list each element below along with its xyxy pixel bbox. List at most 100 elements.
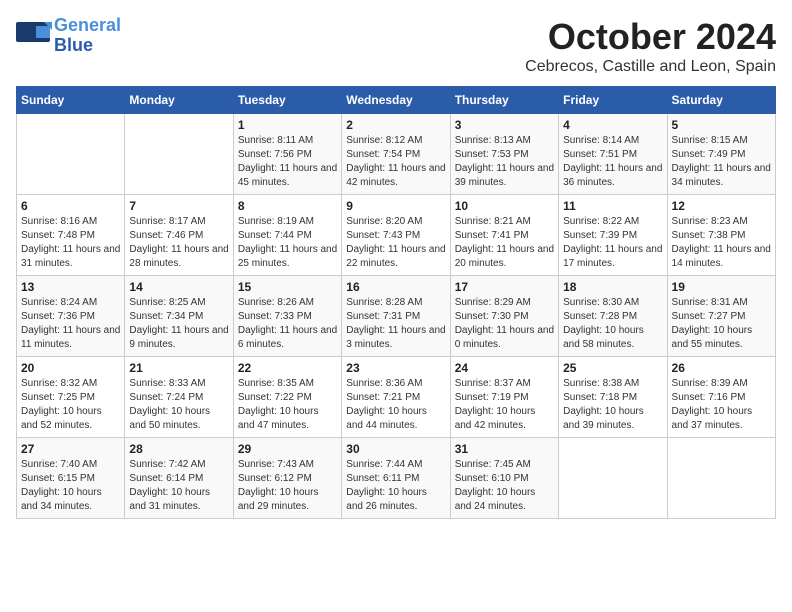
day-number: 10 [455,199,554,213]
calendar-cell: 4 Sunrise: 8:14 AM Sunset: 7:51 PM Daylig… [559,114,667,195]
calendar-cell: 18Sunrise: 8:30 AM Sunset: 7:28 PM Dayli… [559,276,667,357]
calendar-cell [559,438,667,519]
day-number: 7 [129,199,228,213]
title-block: October 2024 Cebrecos, Castille and Leon… [525,16,776,76]
day-info: Sunrise: 8:11 AM Sunset: 7:56 PM Dayligh… [238,134,337,190]
day-number: 6 [21,199,120,213]
logo-icon [16,22,52,50]
day-number: 3 [455,118,554,132]
calendar-cell [125,114,233,195]
day-number: 12 [672,199,771,213]
day-number: 30 [346,442,445,456]
day-number: 14 [129,280,228,294]
calendar-cell: 28 Sunrise: 7:42 AM Sunset: 6:14 PM Dayli… [125,438,233,519]
calendar-cell: 24Sunrise: 8:37 AM Sunset: 7:19 PM Dayli… [450,357,558,438]
day-info: Sunrise: 8:25 AM Sunset: 7:34 PM Dayligh… [129,296,228,352]
calendar-cell: 2 Sunrise: 8:12 AM Sunset: 7:54 PM Daylig… [342,114,450,195]
calendar-cell: 14 Sunrise: 8:25 AM Sunset: 7:34 PM Dayli… [125,276,233,357]
day-info: Sunrise: 8:14 AM Sunset: 7:51 PM Dayligh… [563,134,662,190]
weekday-header-row: SundayMondayTuesdayWednesdayThursdayFrid… [17,87,776,114]
day-number: 29 [238,442,337,456]
weekday-header-friday: Friday [559,87,667,114]
calendar-table: SundayMondayTuesdayWednesdayThursdayFrid… [16,86,776,519]
day-number: 9 [346,199,445,213]
day-info: Sunrise: 8:26 AM Sunset: 7:33 PM Dayligh… [238,296,337,352]
day-number: 13 [21,280,120,294]
day-info: Sunrise: 8:31 AM Sunset: 7:27 PM Dayligh… [672,296,771,352]
day-info: Sunrise: 8:24 AM Sunset: 7:36 PM Dayligh… [21,296,120,352]
calendar-cell: 3 Sunrise: 8:13 AM Sunset: 7:53 PM Daylig… [450,114,558,195]
day-info: Sunrise: 8:28 AM Sunset: 7:31 PM Dayligh… [346,296,445,352]
calendar-cell: 1 Sunrise: 8:11 AM Sunset: 7:56 PM Daylig… [233,114,341,195]
day-info: Sunrise: 8:33 AM Sunset: 7:24 PM Dayligh… [129,377,228,433]
weekday-header-thursday: Thursday [450,87,558,114]
weekday-header-monday: Monday [125,87,233,114]
calendar-cell: 11Sunrise: 8:22 AM Sunset: 7:39 PM Dayli… [559,195,667,276]
day-number: 17 [455,280,554,294]
day-number: 8 [238,199,337,213]
logo: GeneralBlue [16,16,121,56]
day-number: 23 [346,361,445,375]
calendar-cell: 15 Sunrise: 8:26 AM Sunset: 7:33 PM Dayli… [233,276,341,357]
day-number: 28 [129,442,228,456]
calendar-cell: 30 Sunrise: 7:44 AM Sunset: 6:11 PM Dayli… [342,438,450,519]
month-title: October 2024 [525,16,776,58]
calendar-cell: 9 Sunrise: 8:20 AM Sunset: 7:43 PM Daylig… [342,195,450,276]
calendar-cell: 21 Sunrise: 8:33 AM Sunset: 7:24 PM Dayli… [125,357,233,438]
weekday-header-tuesday: Tuesday [233,87,341,114]
calendar-cell: 31Sunrise: 7:45 AM Sunset: 6:10 PM Dayli… [450,438,558,519]
day-number: 2 [346,118,445,132]
day-number: 22 [238,361,337,375]
day-info: Sunrise: 8:22 AM Sunset: 7:39 PM Dayligh… [563,215,662,271]
calendar-cell: 10 Sunrise: 8:21 AM Sunset: 7:41 PM Dayli… [450,195,558,276]
week-row-2: 6 Sunrise: 8:16 AM Sunset: 7:48 PM Daylig… [17,195,776,276]
calendar-cell: 27 Sunrise: 7:40 AM Sunset: 6:15 PM Dayli… [17,438,125,519]
subtitle: Cebrecos, Castille and Leon, Spain [525,58,776,76]
calendar-cell: 13 Sunrise: 8:24 AM Sunset: 7:36 PM Dayli… [17,276,125,357]
day-info: Sunrise: 8:15 AM Sunset: 7:49 PM Dayligh… [672,134,771,190]
day-info: Sunrise: 7:42 AM Sunset: 6:14 PM Dayligh… [129,458,228,514]
week-row-4: 20 Sunrise: 8:32 AM Sunset: 7:25 PM Dayli… [17,357,776,438]
day-info: Sunrise: 8:19 AM Sunset: 7:44 PM Dayligh… [238,215,337,271]
day-number: 5 [672,118,771,132]
calendar-cell: 8 Sunrise: 8:19 AM Sunset: 7:44 PM Daylig… [233,195,341,276]
calendar-cell: 23 Sunrise: 8:36 AM Sunset: 7:21 PM Dayli… [342,357,450,438]
day-number: 20 [21,361,120,375]
day-info: Sunrise: 8:38 AM Sunset: 7:18 PM Dayligh… [563,377,662,433]
day-info: Sunrise: 8:17 AM Sunset: 7:46 PM Dayligh… [129,215,228,271]
day-info: Sunrise: 8:20 AM Sunset: 7:43 PM Dayligh… [346,215,445,271]
day-number: 1 [238,118,337,132]
day-info: Sunrise: 8:12 AM Sunset: 7:54 PM Dayligh… [346,134,445,190]
day-info: Sunrise: 8:36 AM Sunset: 7:21 PM Dayligh… [346,377,445,433]
day-number: 16 [346,280,445,294]
day-number: 25 [563,361,662,375]
weekday-header-sunday: Sunday [17,87,125,114]
calendar-cell [17,114,125,195]
calendar-cell: 7 Sunrise: 8:17 AM Sunset: 7:46 PM Daylig… [125,195,233,276]
day-info: Sunrise: 8:32 AM Sunset: 7:25 PM Dayligh… [21,377,120,433]
day-number: 27 [21,442,120,456]
day-info: Sunrise: 8:35 AM Sunset: 7:22 PM Dayligh… [238,377,337,433]
day-info: Sunrise: 8:13 AM Sunset: 7:53 PM Dayligh… [455,134,554,190]
day-info: Sunrise: 7:40 AM Sunset: 6:15 PM Dayligh… [21,458,120,514]
day-number: 24 [455,361,554,375]
header: GeneralBlue October 2024 Cebrecos, Casti… [16,16,776,76]
calendar-cell: 6 Sunrise: 8:16 AM Sunset: 7:48 PM Daylig… [17,195,125,276]
day-info: Sunrise: 8:23 AM Sunset: 7:38 PM Dayligh… [672,215,771,271]
week-row-3: 13 Sunrise: 8:24 AM Sunset: 7:36 PM Dayli… [17,276,776,357]
day-info: Sunrise: 8:16 AM Sunset: 7:48 PM Dayligh… [21,215,120,271]
calendar-cell: 25 Sunrise: 8:38 AM Sunset: 7:18 PM Dayli… [559,357,667,438]
day-number: 19 [672,280,771,294]
day-info: Sunrise: 7:45 AM Sunset: 6:10 PM Dayligh… [455,458,554,514]
calendar-cell: 29Sunrise: 7:43 AM Sunset: 6:12 PM Dayli… [233,438,341,519]
calendar-cell: 17Sunrise: 8:29 AM Sunset: 7:30 PM Dayli… [450,276,558,357]
calendar-cell: 20 Sunrise: 8:32 AM Sunset: 7:25 PM Dayli… [17,357,125,438]
day-number: 15 [238,280,337,294]
day-info: Sunrise: 8:21 AM Sunset: 7:41 PM Dayligh… [455,215,554,271]
calendar-cell: 5 Sunrise: 8:15 AM Sunset: 7:49 PM Daylig… [667,114,775,195]
calendar-cell: 22 Sunrise: 8:35 AM Sunset: 7:22 PM Dayli… [233,357,341,438]
day-info: Sunrise: 7:44 AM Sunset: 6:11 PM Dayligh… [346,458,445,514]
day-info: Sunrise: 8:39 AM Sunset: 7:16 PM Dayligh… [672,377,771,433]
day-number: 4 [563,118,662,132]
day-number: 21 [129,361,228,375]
